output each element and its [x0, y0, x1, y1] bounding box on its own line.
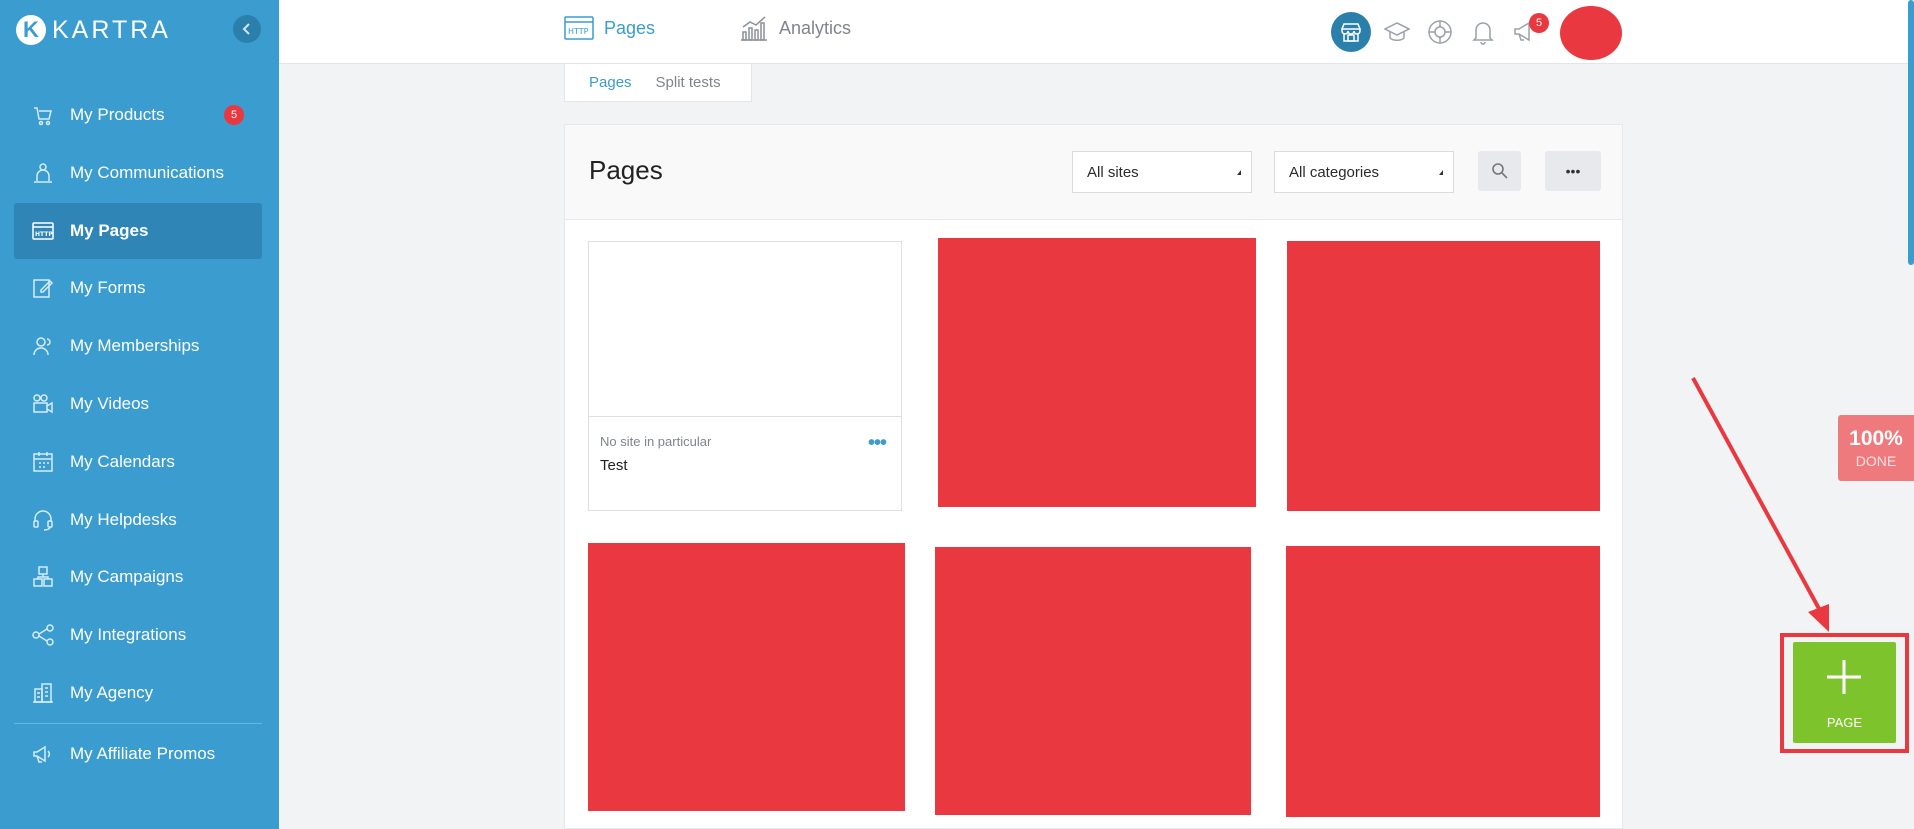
subtab-pages[interactable]: Pages	[589, 74, 632, 91]
sidebar-item-label: My Memberships	[70, 336, 200, 356]
members-icon	[30, 333, 56, 359]
cart-icon	[30, 102, 56, 128]
sidebar-item-campaigns[interactable]: My Campaigns	[14, 549, 262, 605]
sidebar-item-label: My Integrations	[70, 625, 187, 645]
chevron-left-icon	[242, 23, 250, 35]
logo-text: KARTRA	[52, 15, 171, 44]
subtab-split-tests[interactable]: Split tests	[656, 74, 721, 91]
sidebar-item-agency[interactable]: My Agency	[14, 665, 262, 721]
redacted-page-card[interactable]	[1286, 546, 1600, 817]
headset-icon	[30, 507, 56, 533]
sidebar-item-label: My Products	[70, 105, 165, 124]
sidebar-item-label: My Calendars	[70, 451, 175, 471]
lifebuoy-icon	[1428, 20, 1452, 44]
redacted-page-card[interactable]	[1287, 241, 1600, 511]
search-button[interactable]	[1478, 151, 1521, 191]
support-button[interactable]	[1423, 15, 1457, 49]
logo-mark: K	[16, 15, 46, 45]
search-icon	[1491, 163, 1508, 179]
categories-filter-select[interactable]: All categories	[1274, 151, 1454, 193]
academy-button[interactable]	[1380, 15, 1414, 49]
redacted-page-card[interactable]	[938, 238, 1256, 507]
sub-tabs: Pages Split tests	[564, 64, 752, 102]
page-card-menu-button[interactable]: •••	[868, 432, 887, 455]
sidebar-item-label: My Videos	[70, 393, 150, 413]
categories-filter-value: All categories	[1289, 163, 1380, 181]
plus-icon	[1827, 660, 1861, 694]
sidebar-item-label: My Agency	[70, 682, 154, 702]
page-thumbnail[interactable]	[589, 242, 901, 417]
share-nodes-icon	[30, 622, 56, 648]
onboarding-progress-badge[interactable]: 100% DONE	[1838, 415, 1914, 481]
http-icon: HTTP	[564, 16, 594, 40]
kartra-logo[interactable]: K KARTRA	[16, 14, 171, 46]
sidebar-item-forms[interactable]: My Forms	[14, 260, 262, 316]
form-edit-icon	[30, 275, 56, 301]
bell-icon	[1472, 22, 1494, 45]
redacted-page-card[interactable]	[935, 547, 1251, 815]
panel-header: Pages All sites All categories •••	[565, 125, 1622, 220]
products-badge: 5	[224, 105, 244, 125]
page-name: Test	[600, 457, 628, 474]
sites-filter-value: All sites	[1087, 163, 1139, 181]
sidebar-item-helpdesks[interactable]: My Helpdesks	[14, 492, 262, 548]
marketplace-button[interactable]	[1331, 12, 1371, 52]
sidebar-item-label: My Helpdesks	[70, 509, 177, 529]
sidebar-divider	[14, 722, 262, 724]
sidebar-item-memberships[interactable]: My Memberships	[14, 318, 262, 374]
caret-down-icon	[1237, 170, 1241, 175]
svg-text:HTTP: HTTP	[568, 27, 589, 36]
tab-label: Pages	[604, 17, 656, 38]
http-icon: HTTP	[30, 218, 56, 244]
video-camera-icon	[30, 391, 56, 417]
sidebar-item-label: My Affiliate Promos	[70, 743, 216, 763]
caret-down-icon	[1439, 170, 1443, 175]
sidebar-item-videos[interactable]: My Videos	[14, 376, 262, 432]
sidebar-item-affiliate-promos[interactable]: My Affiliate Promos	[14, 726, 262, 782]
add-page-label: PAGE	[1826, 715, 1863, 730]
communications-icon	[30, 160, 56, 186]
svg-text:HTTP: HTTP	[35, 231, 53, 238]
campaign-boxes-icon	[30, 564, 56, 590]
megaphone-icon	[30, 741, 56, 767]
notifications-button[interactable]	[1466, 15, 1500, 49]
sidebar-item-label: My Campaigns	[70, 567, 184, 587]
sidebar-item-label: My Pages	[70, 220, 149, 240]
collapse-sidebar-button[interactable]	[233, 15, 261, 43]
top-bar: HTTP Pages Analytics 5	[279, 0, 1914, 64]
sidebar-item-label: My Communications	[70, 162, 224, 182]
sites-filter-select[interactable]: All sites	[1072, 151, 1252, 193]
sidebar-item-label: My Forms	[70, 278, 146, 298]
pages-panel: Pages All sites All categories ••• No si…	[564, 124, 1623, 829]
progress-percent: 100%	[1849, 427, 1903, 450]
analytics-icon	[741, 16, 767, 41]
redacted-page-card[interactable]	[588, 543, 905, 811]
graduation-cap-icon	[1384, 22, 1410, 41]
page-site-label: No site in particular	[600, 434, 712, 449]
sidebar-item-integrations[interactable]: My Integrations	[14, 607, 262, 663]
sidebar-item-communications[interactable]: My Communications	[14, 145, 262, 201]
scrollbar[interactable]	[1908, 0, 1914, 265]
top-icons: 5	[1331, 10, 1552, 54]
sidebar: K KARTRA My Products 5 My Communications…	[0, 0, 279, 829]
announcements-badge: 5	[1529, 13, 1549, 33]
buildings-icon	[30, 680, 56, 706]
progress-label: DONE	[1855, 453, 1897, 469]
tab-pages[interactable]: HTTP Pages	[564, 14, 655, 42]
add-page-button[interactable]: PAGE	[1793, 642, 1896, 743]
page-card[interactable]: No site in particular Test •••	[588, 241, 902, 511]
sidebar-nav: My Products 5 My Communications HTTP My …	[14, 87, 262, 784]
sidebar-item-pages[interactable]: HTTP My Pages	[14, 202, 262, 259]
more-options-button[interactable]: •••	[1545, 151, 1601, 191]
page-title: Pages	[589, 155, 663, 185]
tab-analytics[interactable]: Analytics	[739, 14, 851, 42]
tab-label: Analytics	[779, 17, 852, 38]
calendar-icon	[30, 449, 56, 475]
sidebar-item-products[interactable]: My Products 5	[14, 87, 262, 143]
announcements-button[interactable]: 5	[1509, 13, 1549, 49]
store-icon	[1341, 23, 1361, 42]
sidebar-item-calendars[interactable]: My Calendars	[14, 434, 262, 490]
user-avatar[interactable]	[1560, 6, 1622, 60]
